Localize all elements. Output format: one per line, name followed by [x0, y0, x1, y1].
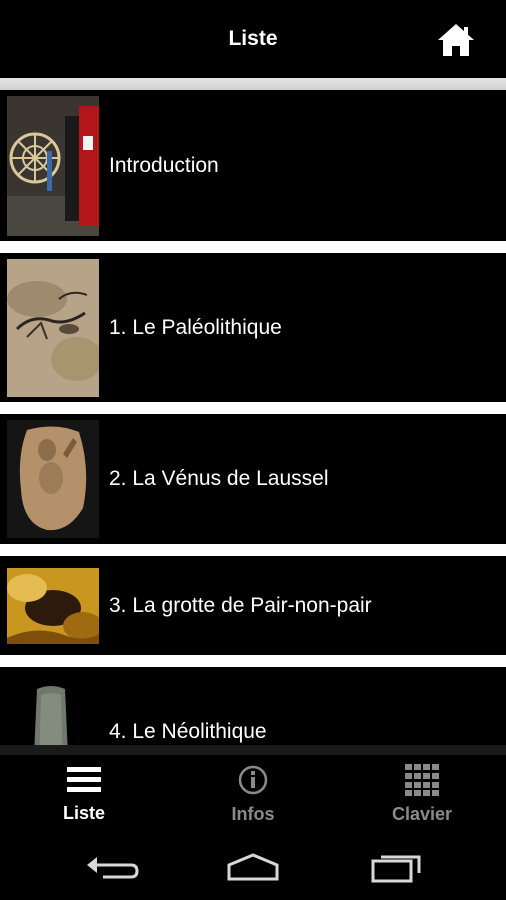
list-item-label: 4. Le Néolithique: [109, 720, 267, 743]
list-divider: [0, 241, 506, 253]
tab-label: Clavier: [391, 803, 453, 824]
tab-bar: Liste Infos Clavier: [0, 745, 506, 833]
chapter-list[interactable]: Introduction 1. Le Paléolithique 2. La V…: [0, 90, 506, 745]
list-icon: [67, 766, 101, 792]
tab-label: Liste: [62, 802, 105, 823]
app-header: Liste: [0, 0, 506, 78]
back-icon: [87, 857, 139, 879]
stone-axe-image: [7, 667, 99, 745]
cave-interior-image: [7, 567, 99, 644]
list-item-label: 2. La Vénus de Laussel: [109, 467, 329, 490]
list-item-neolithique[interactable]: 4. Le Néolithique: [0, 667, 506, 745]
list-divider: [0, 544, 506, 556]
list-item-label: 3. La grotte de Pair-non-pair: [109, 593, 372, 617]
list-divider: [0, 402, 506, 414]
system-nav-bar: [0, 833, 506, 900]
home-nav-icon: [227, 853, 279, 881]
page-title: Liste: [228, 27, 278, 50]
list-item-paleolithique[interactable]: 1. Le Paléolithique: [0, 253, 506, 402]
keypad-icon: [405, 763, 439, 796]
tab-clavier[interactable]: Clavier: [338, 755, 506, 833]
list-divider: [0, 655, 506, 667]
cave-painting-image: [7, 258, 99, 397]
list-item-venus[interactable]: 2. La Vénus de Laussel: [0, 414, 506, 544]
recents-button[interactable]: [367, 851, 427, 883]
tab-infos[interactable]: Infos: [169, 755, 337, 833]
back-button[interactable]: [83, 851, 143, 883]
home-button[interactable]: [436, 22, 476, 58]
list-item-label: 1. Le Paléolithique: [109, 315, 282, 339]
header-divider: [0, 78, 506, 90]
tab-liste[interactable]: Liste: [0, 755, 168, 833]
list-item-pair-non-pair[interactable]: 3. La grotte de Pair-non-pair: [0, 556, 506, 655]
tab-label: Infos: [231, 803, 275, 824]
home-icon: [438, 24, 474, 56]
recents-icon: [371, 855, 421, 883]
home-nav-button[interactable]: [223, 851, 283, 883]
intro-image: [7, 95, 99, 236]
list-item-introduction[interactable]: Introduction: [0, 90, 506, 241]
info-icon: [238, 765, 268, 794]
list-item-label: Introduction: [109, 153, 219, 177]
venus-relief-image: [7, 420, 99, 538]
